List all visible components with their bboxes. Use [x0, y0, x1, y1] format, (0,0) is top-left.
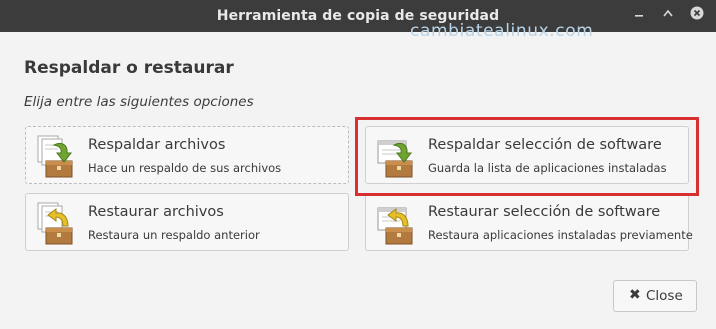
title-bar[interactable]: Herramienta de copia de seguridad [0, 0, 716, 32]
backup-files-option[interactable]: Respaldar archivos Hace un respaldo de s… [25, 126, 349, 184]
restore-files-description: Restaura un respaldo anterior [88, 228, 260, 242]
restore-software-description: Restaura aplicaciones instaladas previam… [428, 228, 693, 242]
watermark-text: cambiatealinux.com [410, 21, 594, 41]
backup-files-title: Respaldar archivos [88, 137, 226, 153]
minimize-icon[interactable] [629, 6, 649, 26]
backup-files-description: Hace un respaldo de sus archivos [88, 161, 282, 175]
window-title: Herramienta de copia de seguridad [216, 8, 500, 24]
backup-files-icon [34, 133, 80, 179]
backup-tool-window: Herramienta de copia de seguridad cambia… [0, 0, 716, 329]
restore-files-icon [34, 200, 80, 246]
restore-files-option[interactable]: Restaurar archivos Restaura un respaldo … [25, 193, 349, 251]
maximize-icon[interactable] [658, 6, 678, 26]
restore-software-option[interactable]: Restaurar selección de software Restaura… [365, 193, 693, 251]
page-subheading: Elija entre las siguientes opciones [24, 94, 254, 110]
close-button[interactable]: ✖ Close [613, 280, 697, 312]
close-button-label: Close [646, 288, 683, 304]
restore-software-icon [374, 200, 420, 246]
restore-files-title: Restaurar archivos [88, 204, 224, 220]
page-heading: Respaldar o restaurar [24, 58, 234, 78]
highlight-frame [355, 117, 699, 196]
restore-software-title: Restaurar selección de software [428, 204, 661, 220]
close-icon[interactable] [687, 6, 707, 26]
close-x-icon: ✖ [629, 287, 641, 303]
